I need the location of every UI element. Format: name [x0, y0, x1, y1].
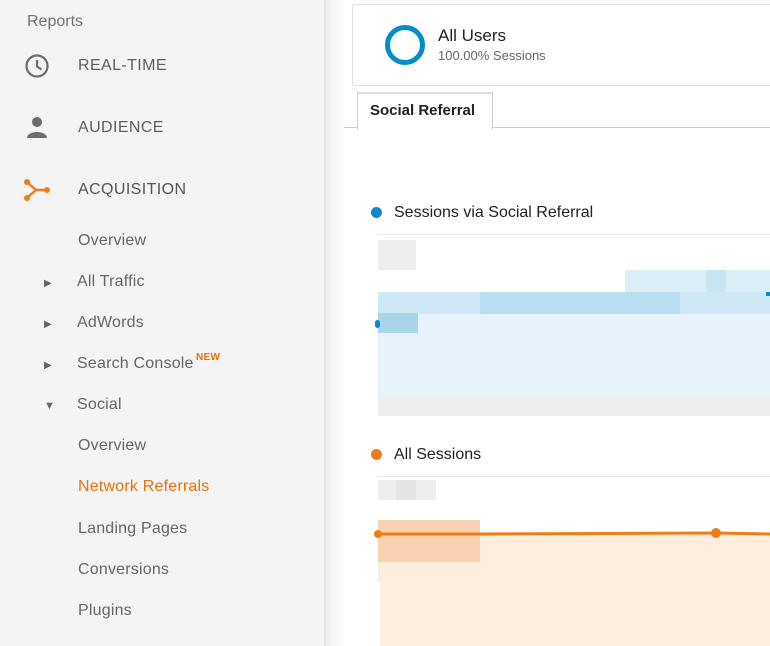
nav-item-social[interactable]: ▼ Social: [0, 388, 324, 422]
reports-sidebar: Reports REAL-TIME AUDIENCE ACQUISITION O…: [0, 0, 324, 646]
series-legend-label: All Sessions: [394, 446, 482, 463]
nav-item-all-traffic[interactable]: ▶ All Traffic: [0, 265, 324, 299]
segment-subtitle: 100.00% Sessions: [438, 48, 546, 63]
nav-item-network-referrals[interactable]: Network Referrals: [0, 470, 324, 504]
chart-point: [711, 528, 721, 538]
nav-item-search-console[interactable]: ▶ Search Console NEW: [0, 347, 324, 381]
nav-item-label: Conversions: [78, 561, 170, 578]
series-dot-icon: [371, 207, 382, 218]
reports-heading: Reports: [27, 13, 84, 30]
nav-section-label: AUDIENCE: [78, 119, 164, 136]
nav-item-label: Plugins: [78, 602, 132, 619]
nav-item-label: Overview: [78, 232, 147, 249]
nav-item-label: AdWords: [77, 314, 144, 331]
nav-item-label: All Traffic: [77, 273, 145, 290]
tab-label: Social Referral: [370, 102, 476, 119]
clock-icon: [25, 54, 49, 78]
expand-arrow-icon: ▶: [44, 360, 52, 371]
nav-item-acquisition-overview[interactable]: Overview: [0, 224, 324, 258]
chart-gridline: [378, 476, 770, 477]
chart-point: [374, 530, 382, 538]
nav-section-label: ACQUISITION: [78, 181, 187, 198]
nav-item-label: Social: [77, 396, 122, 413]
chart-gridline: [378, 234, 770, 235]
nav-item-label: Overview: [78, 437, 147, 454]
chart-area-fill: [378, 312, 770, 396]
collapse-arrow-icon: ▼: [44, 400, 55, 412]
nav-section-label: REAL-TIME: [78, 57, 167, 74]
blurred-axis-label: [396, 480, 416, 500]
new-badge: NEW: [196, 352, 221, 363]
blurred-axis-label: [378, 396, 770, 416]
all-sessions-line: [374, 528, 770, 538]
series-legend-label: Sessions via Social Referral: [394, 204, 594, 221]
nav-section-audience[interactable]: AUDIENCE: [0, 106, 324, 150]
series-dot-icon: [371, 449, 382, 460]
segment-ring-icon: [385, 25, 425, 65]
segment-name: All Users: [438, 26, 507, 45]
chart-area-fill: [625, 270, 770, 292]
acquisition-icon: [24, 179, 50, 201]
chart-point: [375, 320, 380, 328]
chart-area-fill: [480, 292, 680, 314]
blurred-axis-label: [378, 240, 416, 270]
nav-item-plugins[interactable]: Plugins: [0, 594, 324, 628]
nav-item-label: Network Referrals: [78, 478, 210, 495]
tab-social-referral[interactable]: Social Referral: [357, 92, 493, 130]
expand-arrow-icon: ▶: [44, 319, 52, 330]
nav-item-label: Landing Pages: [78, 520, 188, 537]
expand-arrow-icon: ▶: [44, 278, 52, 289]
nav-section-acquisition[interactable]: ACQUISITION: [0, 168, 324, 212]
chart-point: [766, 292, 770, 296]
person-icon: [27, 117, 47, 138]
nav-item-label: Search Console: [77, 355, 194, 372]
sidebar-divider: [324, 0, 344, 646]
nav-item-social-overview[interactable]: Overview: [0, 429, 324, 463]
nav-section-realtime[interactable]: REAL-TIME: [0, 44, 324, 88]
nav-item-landing-pages[interactable]: Landing Pages: [0, 512, 324, 546]
nav-item-conversions[interactable]: Conversions: [0, 553, 324, 587]
chart-area-fill: [706, 270, 726, 292]
chart-area-fill: [378, 313, 418, 333]
nav-item-adwords[interactable]: ▶ AdWords: [0, 306, 324, 340]
